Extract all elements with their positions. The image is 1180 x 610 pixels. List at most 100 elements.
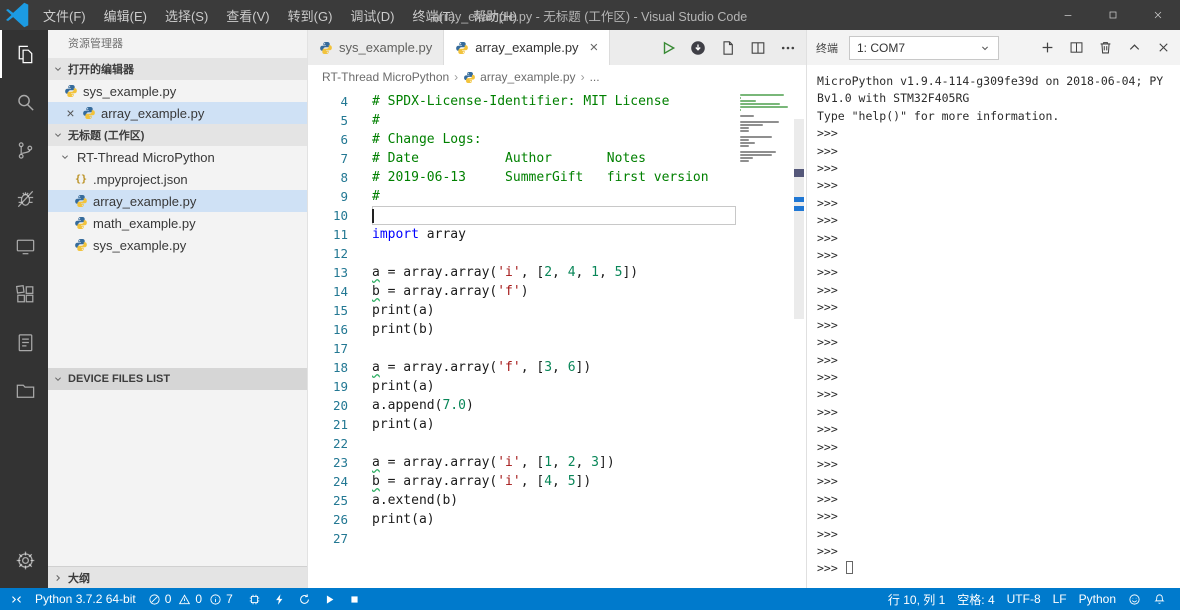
- line-number[interactable]: 10: [308, 206, 348, 225]
- eol[interactable]: LF: [1047, 588, 1073, 610]
- activity-device-button[interactable]: [0, 222, 48, 270]
- close-icon[interactable]: ×: [590, 40, 599, 55]
- activity-settings-gear-button[interactable]: [0, 536, 48, 584]
- download-to-device-button[interactable]: [689, 39, 706, 56]
- feedback-smiley[interactable]: [1122, 588, 1147, 610]
- code-line[interactable]: 19 print(a): [308, 377, 736, 396]
- breadcrumb-item[interactable]: ...: [590, 70, 600, 84]
- open-editors-section-header[interactable]: 打开的编辑器: [48, 58, 307, 80]
- open-preview-button[interactable]: [719, 39, 736, 56]
- code-line[interactable]: 14 b = array.array('f'): [308, 282, 736, 301]
- code-line[interactable]: 24 b = array.array('i', [4, 5]): [308, 472, 736, 491]
- split-editor-button[interactable]: [749, 39, 766, 56]
- code-line[interactable]: 10: [308, 206, 736, 225]
- code-line[interactable]: 23 a = array.array('i', [1, 2, 3]): [308, 453, 736, 472]
- line-number[interactable]: 4: [308, 92, 348, 111]
- code-line[interactable]: 12: [308, 244, 736, 263]
- code-line[interactable]: 4 # SPDX-License-Identifier: MIT License: [308, 92, 736, 111]
- code-editor[interactable]: 4 # SPDX-License-Identifier: MIT License 5…: [308, 89, 806, 588]
- code-line[interactable]: 27: [308, 529, 736, 548]
- code-line[interactable]: 11 import array: [308, 225, 736, 244]
- code-line[interactable]: 13 a = array.array('i', [2, 4, 1, 5]): [308, 263, 736, 282]
- outline-section-header[interactable]: 大纲: [48, 566, 307, 588]
- close-window-button[interactable]: [1135, 0, 1180, 30]
- line-number[interactable]: 9: [308, 187, 348, 206]
- activity-search-button[interactable]: [0, 78, 48, 126]
- tab[interactable]: sys_example.py: [308, 30, 445, 65]
- notifications-bell[interactable]: [1147, 588, 1172, 610]
- close-icon[interactable]: ×: [64, 106, 77, 120]
- menu-item[interactable]: 调试(D): [341, 0, 403, 30]
- menu-item[interactable]: 选择(S): [156, 0, 217, 30]
- maximize-button[interactable]: [1090, 0, 1135, 30]
- activity-extensions-button[interactable]: [0, 270, 48, 318]
- close-panel-button[interactable]: [1155, 40, 1171, 56]
- code-line[interactable]: 6 # Change Logs:: [308, 130, 736, 149]
- activity-explorer-button[interactable]: [0, 30, 48, 78]
- open-editor-item[interactable]: × array_example.py: [48, 102, 307, 124]
- problems-indicator[interactable]: 0 0 7: [142, 588, 242, 610]
- breadcrumb-item[interactable]: array_example.py: [463, 70, 576, 84]
- line-number[interactable]: 5: [308, 111, 348, 130]
- code-line[interactable]: 5 #: [308, 111, 736, 130]
- device-board-button[interactable]: [242, 588, 267, 610]
- line-number[interactable]: 11: [308, 225, 348, 244]
- tab[interactable]: array_example.py ×: [444, 30, 611, 65]
- line-number[interactable]: 12: [308, 244, 348, 263]
- tree-folder[interactable]: RT-Thread MicroPython: [48, 146, 307, 168]
- python-interpreter[interactable]: Python 3.7.2 64-bit: [29, 588, 142, 610]
- activity-notes-button[interactable]: [0, 318, 48, 366]
- code-line[interactable]: 15 print(a): [308, 301, 736, 320]
- menu-item[interactable]: 转到(G): [279, 0, 342, 30]
- code-line[interactable]: 18 a = array.array('f', [3, 6]): [308, 358, 736, 377]
- new-terminal-button[interactable]: [1039, 40, 1055, 56]
- line-number[interactable]: 19: [308, 377, 348, 396]
- line-number[interactable]: 13: [308, 263, 348, 282]
- code-line[interactable]: 16 print(b): [308, 320, 736, 339]
- sync-button[interactable]: [292, 588, 317, 610]
- line-number[interactable]: 27: [308, 529, 348, 548]
- menu-item[interactable]: 文件(F): [34, 0, 95, 30]
- line-number[interactable]: 23: [308, 453, 348, 472]
- remote-indicator[interactable]: [4, 588, 29, 610]
- maximize-panel-button[interactable]: [1126, 40, 1142, 56]
- code-line[interactable]: 26 print(a): [308, 510, 736, 529]
- menu-item[interactable]: 查看(V): [217, 0, 278, 30]
- open-editor-item[interactable]: sys_example.py: [48, 80, 307, 102]
- line-number[interactable]: 26: [308, 510, 348, 529]
- line-number[interactable]: 7: [308, 149, 348, 168]
- code-line[interactable]: 9 #: [308, 187, 736, 206]
- activity-source-control-button[interactable]: [0, 126, 48, 174]
- code-line[interactable]: 7 # Date Author Notes: [308, 149, 736, 168]
- line-number[interactable]: 18: [308, 358, 348, 377]
- run-python-file-button[interactable]: [659, 39, 676, 56]
- language-mode[interactable]: Python: [1073, 588, 1122, 610]
- activity-projects-button[interactable]: [0, 366, 48, 414]
- run-button[interactable]: [317, 588, 342, 610]
- terminal-output[interactable]: MicroPython v1.9.4-114-g309fe39d on 2018…: [807, 65, 1180, 588]
- line-number[interactable]: 16: [308, 320, 348, 339]
- minimize-button[interactable]: [1045, 0, 1090, 30]
- indentation[interactable]: 空格: 4: [951, 588, 1000, 610]
- more-actions-button[interactable]: [779, 39, 796, 56]
- code-line[interactable]: 17: [308, 339, 736, 358]
- flash-download-button[interactable]: [267, 588, 292, 610]
- line-number[interactable]: 25: [308, 491, 348, 510]
- line-number[interactable]: 20: [308, 396, 348, 415]
- stop-button[interactable]: [342, 588, 367, 610]
- code-line[interactable]: 22: [308, 434, 736, 453]
- terminal-input-line[interactable]: >>>: [817, 560, 1170, 577]
- breadcrumb-item[interactable]: RT-Thread MicroPython: [322, 70, 449, 84]
- minimap[interactable]: [736, 94, 792, 166]
- split-terminal-button[interactable]: [1068, 40, 1084, 56]
- editor-scrollbar[interactable]: [792, 89, 806, 588]
- tree-item[interactable]: {} .mpyproject.json: [48, 168, 307, 190]
- tree-item[interactable]: math_example.py: [48, 212, 307, 234]
- line-number[interactable]: 6: [308, 130, 348, 149]
- terminal-select[interactable]: 1: COM7: [849, 35, 999, 60]
- device-files-section-header[interactable]: DEVICE FILES LIST: [48, 368, 307, 390]
- tree-item[interactable]: sys_example.py: [48, 234, 307, 256]
- code-line[interactable]: 25 a.extend(b): [308, 491, 736, 510]
- workspace-section-header[interactable]: 无标题 (工作区): [48, 124, 307, 146]
- cursor-position[interactable]: 行 10, 列 1: [882, 588, 951, 610]
